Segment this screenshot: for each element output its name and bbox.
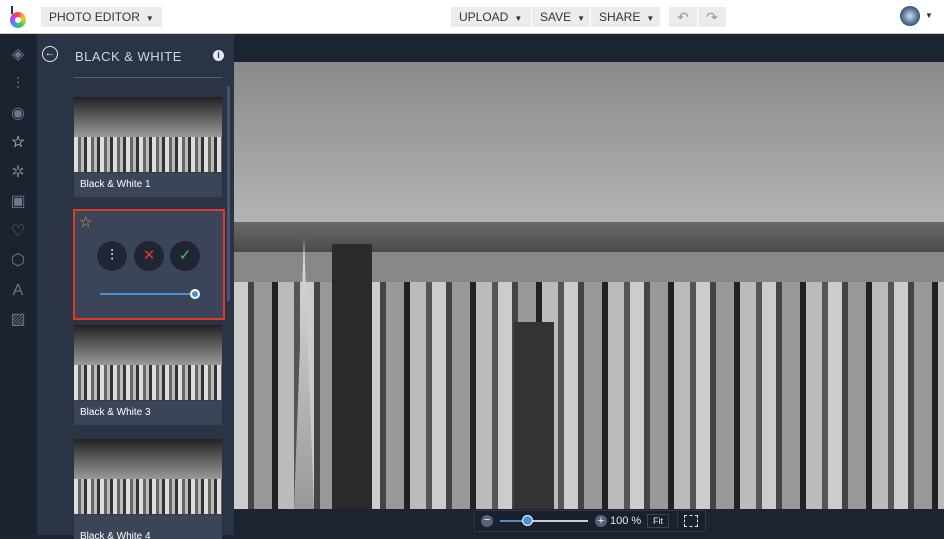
share-button[interactable]: SHARE ▼ <box>591 7 660 27</box>
cancel-button[interactable]: ✕ <box>134 241 164 271</box>
fullscreen-icon[interactable] <box>684 515 698 527</box>
redo-icon[interactable]: ↷ <box>698 7 726 27</box>
divider <box>677 510 678 532</box>
avatar[interactable] <box>900 6 920 26</box>
undo-icon[interactable]: ↶ <box>669 7 697 27</box>
panel-scrollbar[interactable] <box>227 86 230 301</box>
effect-thumbnail[interactable]: Black & White 3 <box>74 325 222 425</box>
fit-button[interactable]: Fit <box>647 514 669 528</box>
effects-panel: ← BLACK & WHITE i Black & White 1 ☆ ⫶ ✕ … <box>37 34 234 539</box>
info-icon[interactable]: i <box>213 50 224 61</box>
frame-icon[interactable]: ▣ <box>9 193 27 211</box>
thumbnail-label: Black & White 3 <box>80 407 151 418</box>
photo-editor-menu[interactable]: PHOTO EDITOR ▼ <box>41 7 162 27</box>
eye-icon[interactable]: ◉ <box>9 105 27 123</box>
zoom-bar: − + 100 % Fit <box>474 510 706 532</box>
canvas-area <box>234 34 944 510</box>
app-logo[interactable] <box>10 6 28 28</box>
chevron-down-icon: ▼ <box>514 14 523 23</box>
chevron-down-icon: ▼ <box>577 14 586 23</box>
photo-street <box>514 322 554 509</box>
star-icon[interactable]: ☆ <box>9 134 27 152</box>
texture-icon[interactable]: ✲ <box>9 164 27 182</box>
photo-image[interactable] <box>234 62 944 509</box>
save-button[interactable]: SAVE ▼ <box>532 7 590 27</box>
selected-effect-thumbnail[interactable]: ☆ ⫶ ✕ ✓ <box>73 209 225 320</box>
photo-sky <box>234 62 944 227</box>
favorite-star-icon[interactable]: ☆ <box>79 213 92 231</box>
zoom-out-icon[interactable]: − <box>481 515 493 527</box>
panel-title: BLACK & WHITE <box>75 49 182 64</box>
thumbnail-image <box>74 137 222 172</box>
zoom-slider-handle[interactable] <box>522 515 533 526</box>
apply-button[interactable]: ✓ <box>170 241 200 271</box>
chevron-down-icon[interactable]: ▼ <box>925 11 933 20</box>
effect-thumbnail[interactable]: Black & White 4 <box>74 439 222 539</box>
intensity-slider-handle[interactable] <box>190 289 200 299</box>
chevron-down-icon: ▼ <box>145 14 154 23</box>
save-label: SAVE <box>540 10 572 24</box>
pattern-icon[interactable]: ▨ <box>9 311 27 329</box>
back-arrow-icon[interactable]: ← <box>42 46 58 62</box>
zoom-in-icon[interactable]: + <box>595 515 607 527</box>
heart-icon[interactable]: ♡ <box>9 223 27 241</box>
photo-editor-label: PHOTO EDITOR <box>49 10 140 24</box>
photo-building <box>332 244 372 509</box>
effect-thumbnail[interactable]: Black & White 1 <box>74 97 222 197</box>
thumbnail-label: Black & White 1 <box>80 179 151 190</box>
upload-label: UPLOAD <box>459 10 509 24</box>
layers-icon[interactable]: ◈ <box>9 46 27 64</box>
intensity-slider[interactable] <box>100 293 194 295</box>
adjust-sliders-icon[interactable]: ⫶ <box>9 76 27 94</box>
top-bar: PHOTO EDITOR ▼ UPLOAD ▼ SAVE ▼ SHARE ▼ ↶ ↷ ▼ <box>0 0 944 34</box>
zoom-slider[interactable] <box>500 520 588 522</box>
zoom-level: 100 % <box>610 515 642 527</box>
thumbnail-image <box>74 479 222 514</box>
badge-icon[interactable]: ⬡ <box>9 252 27 270</box>
share-label: SHARE <box>599 10 641 24</box>
thumbnail-label: Black & White 4 <box>80 531 151 539</box>
settings-sliders-button[interactable]: ⫶ <box>97 241 127 271</box>
tool-rail: ◈ ⫶ ◉ ☆ ✲ ▣ ♡ ⬡ A ▨ <box>0 34 37 535</box>
chevron-down-icon: ▼ <box>646 14 655 23</box>
upload-button[interactable]: UPLOAD ▼ <box>451 7 531 27</box>
text-icon[interactable]: A <box>9 282 27 300</box>
thumbnail-image <box>74 365 222 400</box>
divider <box>74 77 222 78</box>
